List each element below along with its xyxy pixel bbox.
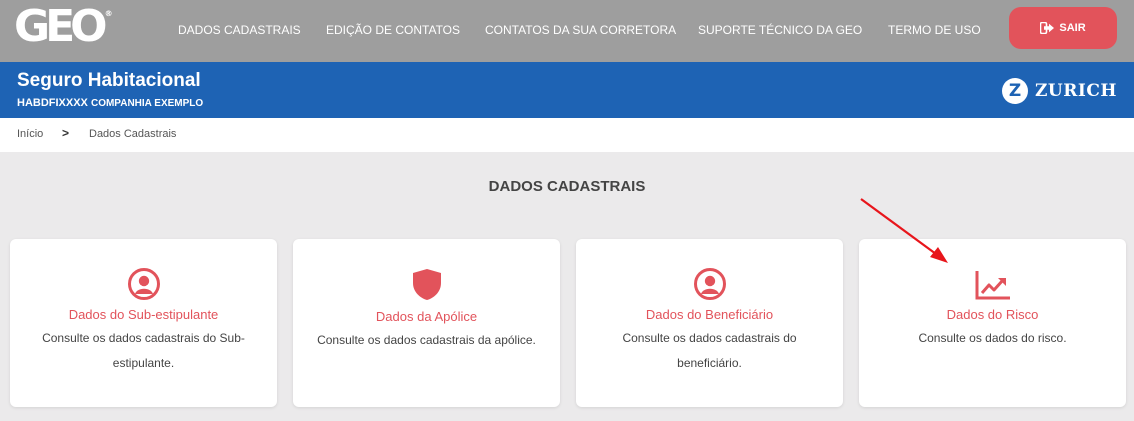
shield-icon <box>412 269 441 300</box>
card-title: Dados do Risco <box>946 307 1039 322</box>
registered-mark: ® <box>104 9 113 18</box>
card-description: Consulte os dados cadastrais do Sub-esti… <box>42 331 245 370</box>
logout-button[interactable]: SAIR <box>1009 7 1117 49</box>
card-title: Dados do Beneficiário <box>645 307 774 322</box>
card-sub-estipulante[interactable]: Dados do Sub-estipulante Consulte os dad… <box>10 239 277 407</box>
policy-company: COMPANHIA EXEMPLO <box>90 98 204 109</box>
logout-label: SAIR <box>1059 22 1086 34</box>
policy-code: HABDFIXXXX <box>17 97 88 109</box>
card-risco[interactable]: Dados do Risco Consulte os dados do risc… <box>859 239 1126 407</box>
nav-edicao-de-contatos[interactable]: EDIÇÃO DE CONTATOS <box>326 0 460 62</box>
policy-info: HABDFIXXXX COMPANHIA EXEMPLO <box>17 97 203 109</box>
geo-logo[interactable]: GEO ® <box>14 1 113 52</box>
nav-termo-de-uso[interactable]: TERMO DE USO <box>888 0 981 62</box>
user-circle-icon <box>127 268 160 300</box>
breadcrumb-home[interactable]: Início <box>17 128 43 140</box>
zurich-logo: Z ZURICH <box>1002 78 1117 104</box>
sign-out-icon <box>1040 22 1055 34</box>
page-title: DADOS CADASTRAIS <box>488 178 646 195</box>
zurich-z-icon: Z <box>1002 78 1028 104</box>
card-description: Consulte os dados do risco. <box>918 331 1067 345</box>
nav-dados-cadastrais[interactable]: DADOS CADASTRAIS <box>178 0 301 62</box>
insurer-name: ZURICH <box>1035 81 1117 101</box>
line-chart-icon <box>975 271 1010 300</box>
user-circle-icon <box>693 268 726 300</box>
nav-contatos-da-corretora[interactable]: CONTATOS DA SUA CORRETORA <box>485 0 676 62</box>
nav-suporte-tecnico[interactable]: SUPORTE TÉCNICO DA GEO <box>698 0 862 62</box>
card-title: Dados da Apólice <box>375 309 478 324</box>
breadcrumb: Início > Dados Cadastrais <box>0 118 1134 152</box>
card-description: Consulte os dados cadastrais do benefici… <box>622 331 797 370</box>
card-beneficiario[interactable]: Dados do Beneficiário Consulte os dados … <box>576 239 843 407</box>
product-header: Seguro Habitacional HABDFIXXXX COMPANHIA… <box>0 62 1134 118</box>
top-navigation-bar: GEO ® DADOS CADASTRAIS EDIÇÃO DE CONTATOS… <box>0 0 1134 62</box>
card-description: Consulte os dados cadastrais da apólice. <box>317 333 536 347</box>
product-title: Seguro Habitacional <box>17 70 201 91</box>
logo-text: GEO <box>14 1 108 52</box>
breadcrumb-current: Dados Cadastrais <box>89 128 177 140</box>
card-apolice[interactable]: Dados da Apólice Consulte os dados cadas… <box>293 239 560 407</box>
card-title: Dados do Sub-estipulante <box>68 307 219 322</box>
chevron-right-icon: > <box>62 126 70 140</box>
